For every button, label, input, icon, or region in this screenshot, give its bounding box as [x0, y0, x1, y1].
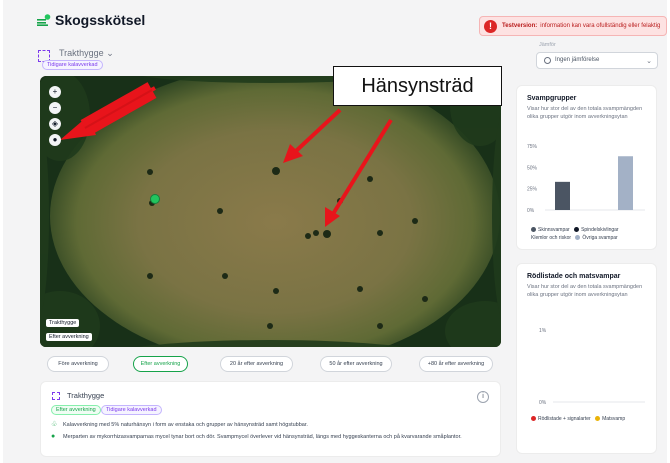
zoom-out-icon[interactable]: − [49, 102, 61, 114]
legend-dot [575, 235, 581, 240]
y-tick-label: 1% [539, 328, 547, 334]
app-window: Skogsskötsel ! Testversion: information … [3, 0, 667, 463]
legend-row-2: Klemlor och riskor Övriga svampar [531, 235, 618, 241]
svampgrupper-card: Svampgrupper Visar hur stor del av den t… [516, 85, 657, 250]
compare-label: Jämför [539, 42, 556, 48]
annotation-label: Hänsynsträd [333, 66, 502, 106]
aerial-map[interactable] [40, 76, 501, 347]
history-pill: Tidigare kalavverkad [101, 405, 162, 415]
test-banner-bold: Testversion: [502, 23, 538, 29]
chevron-down-icon: ⌄ [646, 58, 652, 65]
legend-dot [531, 416, 536, 421]
warning-icon: ! [484, 20, 497, 33]
aerial-photo [40, 76, 501, 347]
rodlistade-card: Rödlistade och matsvampar Visar hur stor… [516, 263, 657, 454]
tab-50-ar[interactable]: 50 år efter avverkning [320, 356, 392, 372]
test-version-banner: ! Testversion: information kan vara oful… [479, 16, 667, 36]
tab-efter-avverkning[interactable]: Efter avverkning [133, 356, 188, 372]
compare-select-value: Ingen jämförelse [555, 57, 600, 63]
area-polygon-icon [52, 392, 60, 400]
map-label-area: Trakthygge [46, 319, 80, 327]
radio-icon [544, 57, 551, 64]
app-title: Skogsskötsel [55, 12, 146, 28]
y-tick-label: 25% [527, 187, 538, 193]
tab-20-ar[interactable]: 20 år efter avverkning [220, 356, 293, 372]
test-banner-text: information kan vara ofullständig eller … [540, 23, 661, 29]
y-tick-label: 0% [539, 400, 547, 406]
time-tabs: Före avverkning Efter avverkning 20 år e… [40, 356, 501, 372]
mycelium-icon: ● [51, 433, 56, 440]
svampgrupper-chart: 75% 50% 25% 0% [527, 144, 645, 214]
svampgrupper-title: Svampgrupper [527, 95, 577, 102]
tree-icon: ♧ [51, 421, 58, 428]
info-line-1: ♧ Kalavverkning med 5% naturhänsyn i form… [51, 421, 308, 428]
legend-dot [531, 227, 536, 232]
rodlistade-desc: Visar hur stor del av den totala svampmä… [527, 284, 643, 298]
y-tick-label: 75% [527, 144, 538, 150]
zoom-in-icon[interactable]: + [49, 86, 61, 98]
location-marker[interactable] [150, 194, 160, 204]
tab-80-ar[interactable]: +80 år efter avverkning [419, 356, 493, 372]
legend-row: Rödlistade + signalarter Matsvamp [531, 416, 625, 422]
header: Skogsskötsel ! Testversion: information … [3, 0, 667, 40]
legend-dot [574, 227, 580, 232]
rodlistade-chart: 1% 0% [539, 328, 645, 406]
info-icon[interactable]: i [477, 391, 489, 403]
tab-fore-avverkning[interactable]: Före avverkning [47, 356, 109, 372]
area-title[interactable]: Trakthygge ⌄ [59, 48, 114, 59]
info-card: Trakthygge i Efter avverkning Tidigare k… [40, 381, 501, 457]
chevron-down-icon: ⌄ [106, 48, 114, 58]
bar-övriga-svampar [618, 156, 633, 210]
y-tick-label: 50% [527, 165, 538, 171]
y-tick-label: 0% [527, 208, 535, 214]
rodlistade-title: Rödlistade och matsvampar [527, 273, 621, 280]
info-title: Trakthygge [67, 391, 105, 400]
compare-select[interactable]: Ingen jämförelse ⌄ [536, 52, 658, 69]
layers-icon[interactable]: ◈ [49, 118, 61, 130]
map-label-stage: Efter avverkning [46, 333, 92, 341]
color-palette-icon[interactable]: ● [49, 134, 61, 146]
svampgrupper-desc: Visar hur stor del av den totala svampmä… [527, 106, 643, 120]
area-history-pill: Tidigare kalavverkad [42, 60, 103, 70]
legend-row-1: Skinnsvampar Spindelskivlingar [531, 227, 619, 233]
stage-pill: Efter avverkning [51, 405, 101, 415]
bar-skinnsvampar [555, 181, 570, 210]
logo-icon [37, 14, 51, 26]
info-line-2: ● Merparten av mykorrhizasvamparnas mycel… [51, 433, 462, 440]
legend-dot [595, 416, 601, 421]
